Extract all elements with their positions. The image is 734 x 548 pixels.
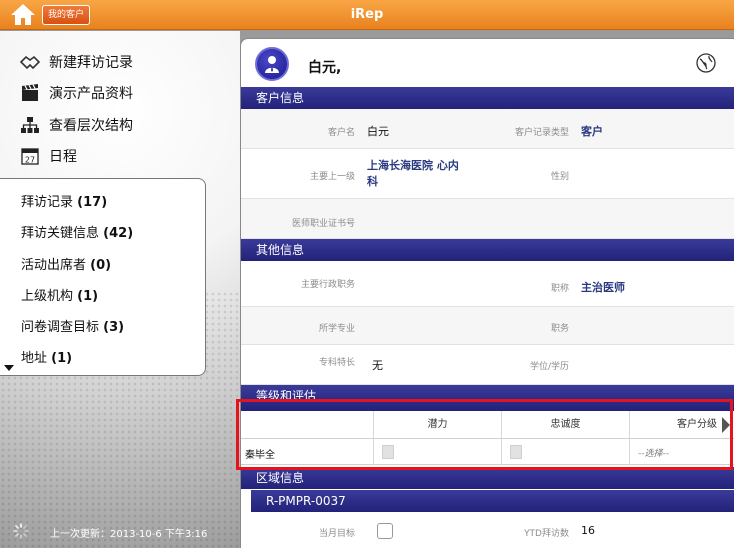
nav-schedule[interactable]: 27 日程 — [20, 144, 77, 168]
app-title: iRep — [350, 7, 384, 22]
field-label: 客户名 — [327, 128, 355, 138]
related-list: 拜访记录 (17) 拜访关键信息 (42) 活动出席者 (0) 上级机构 (1)… — [0, 178, 206, 376]
globe-icon[interactable] — [696, 53, 716, 73]
field-label: YTD拜访数 — [524, 529, 569, 539]
detail-pane: 白元, 客户信息 客户名 白元 客户记录类型 客户 主要上一级 上海长海医院 心… — [240, 38, 734, 548]
customer-name-value: 白元 — [367, 125, 389, 138]
related-item-survey-targets[interactable]: 问卷调查目标 (3) — [21, 316, 124, 335]
section-other-info: 其他信息 — [241, 239, 734, 261]
related-item-address[interactable]: 地址 (1) — [21, 347, 72, 366]
segment-placeholder: --选择-- — [638, 449, 669, 459]
parent-org-link[interactable]: 上海长海医院 心内 — [367, 157, 459, 173]
field-label: 所学专业 — [318, 324, 355, 334]
nav-present-product[interactable]: 演示产品资料 — [20, 81, 133, 105]
field-label: 主要上一级 — [309, 172, 355, 182]
nav-hierarchy[interactable]: 查看层次结构 — [20, 113, 133, 137]
section-rating: 等级和评估 — [241, 385, 734, 411]
nav-label: 日程 — [49, 149, 77, 165]
related-item-attendees[interactable]: 活动出席者 (0) — [21, 254, 111, 273]
potential-cell[interactable] — [373, 439, 501, 465]
field-label: 客户记录类型 — [514, 128, 569, 138]
col-header-segment: 客户分级 — [629, 411, 734, 439]
nav-label: 查看层次结构 — [49, 118, 133, 134]
col-header-potential: 潜力 — [373, 411, 501, 439]
hierarchy-icon — [20, 116, 40, 134]
scroll-right-icon[interactable] — [722, 417, 730, 433]
last-update-text: 上一次更新：2013-10-6 下午3:16 — [50, 529, 208, 540]
row-customer-name: 客户名 白元 客户记录类型 客户 — [241, 109, 734, 149]
field-label: 专科特长 — [318, 358, 355, 368]
field-label: 学位/学历 — [529, 362, 569, 372]
loyalty-checkbox[interactable] — [510, 445, 522, 459]
handshake-icon — [20, 53, 40, 71]
potential-checkbox[interactable] — [382, 445, 394, 459]
record-type-value: 客户 — [581, 125, 603, 138]
row-specialty: 专科特长 无 学位/学历 — [241, 345, 734, 385]
row-major: 所学专业 职务 — [241, 307, 734, 345]
field-label: 职称 — [550, 284, 569, 294]
col-header-loyalty: 忠诚度 — [501, 411, 629, 439]
field-label: 主要行政职务 — [300, 280, 355, 290]
loyalty-cell[interactable] — [501, 439, 629, 465]
field-label: 医师职业证书号 — [291, 219, 355, 229]
left-pane: 新建拜访记录 演示产品资料 查看层次结构 27 日程 拜访记录 (17) 拜访关… — [0, 31, 240, 548]
clapperboard-icon — [20, 84, 40, 102]
nav-label: 演示产品资料 — [49, 86, 133, 102]
field-label: 性别 — [550, 172, 569, 182]
section-region: 区域信息 — [241, 467, 734, 489]
region-code[interactable]: R-PMPR-0037 — [251, 490, 734, 512]
row-monthly-target: 当月目标 YTD拜访数 16 — [241, 513, 734, 548]
parent-org-link-cont[interactable]: 科 — [367, 173, 378, 189]
rating-row-name: 秦毕全 — [245, 450, 275, 461]
rating-table-header: 潜力 忠诚度 客户分级 — [241, 411, 734, 439]
segment-select[interactable]: --选择-- — [629, 439, 734, 465]
svg-text:27: 27 — [25, 156, 35, 165]
refresh-spinner-icon[interactable] — [13, 523, 29, 539]
related-item-parent-org[interactable]: 上级机构 (1) — [21, 285, 98, 304]
nav-new-visit[interactable]: 新建拜访记录 — [20, 50, 133, 74]
customer-name: 白元, — [308, 60, 342, 76]
scroll-down-icon[interactable] — [4, 365, 14, 371]
ytd-value: 16 — [581, 524, 595, 537]
avatar — [255, 47, 289, 81]
table-row: 秦毕全 --选择-- — [241, 439, 734, 465]
top-bar: 我的客户 iRep — [0, 0, 734, 30]
title-value: 主治医师 — [581, 281, 625, 294]
specialty-value: 无 — [372, 359, 383, 372]
section-customer-info: 客户信息 — [241, 87, 734, 109]
field-label: 当月目标 — [318, 529, 355, 539]
calendar-icon: 27 — [20, 147, 40, 165]
monthly-target-checkbox[interactable] — [377, 523, 393, 539]
row-license: 医师职业证书号 — [241, 199, 734, 239]
row-parent: 主要上一级 上海长海医院 心内 科 性别 — [241, 149, 734, 199]
row-admin: 主要行政职务 职称 主治医师 — [241, 261, 734, 307]
field-label: 职务 — [550, 324, 569, 334]
related-item-key-messages[interactable]: 拜访关键信息 (42) — [21, 222, 133, 241]
nav-label: 新建拜访记录 — [49, 55, 133, 71]
related-item-visits[interactable]: 拜访记录 (17) — [21, 191, 107, 210]
